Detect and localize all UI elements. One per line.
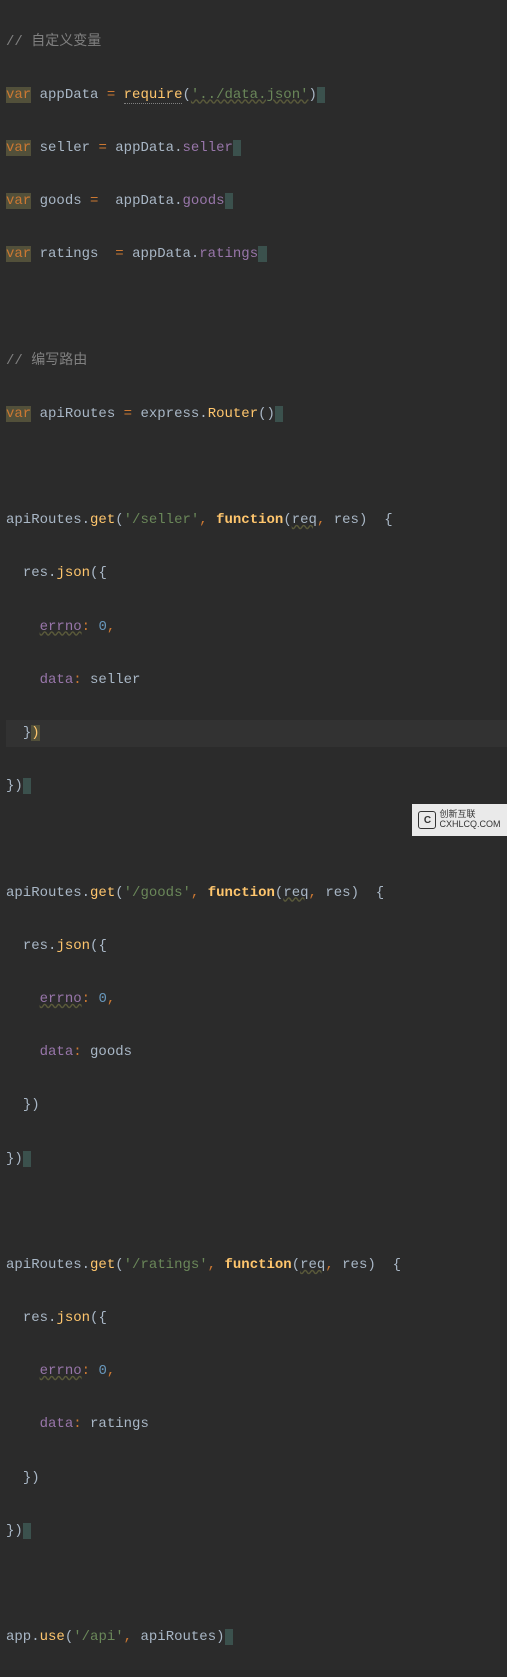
comment-text: // 编写路由 (6, 353, 87, 369)
watermark-icon: C (418, 811, 436, 829)
empty-line (6, 454, 507, 481)
code-line: res.json({ (6, 1305, 507, 1332)
code-line: var ratings = appData.ratings (6, 241, 507, 268)
code-line: res.json({ (6, 560, 507, 587)
code-line: }) (6, 1518, 507, 1545)
code-line: errno: 0, (6, 986, 507, 1013)
code-editor[interactable]: // 自定义变量 var appData = require('../data.… (0, 2, 507, 1677)
var-name: appData (40, 87, 99, 103)
var-name: seller (40, 140, 90, 156)
var-keyword: var (6, 406, 31, 422)
code-line: var apiRoutes = express.Router() (6, 401, 507, 428)
code-line: }) (6, 1465, 507, 1492)
code-line: var goods = appData.goods (6, 188, 507, 215)
code-line: data: seller (6, 667, 507, 694)
code-line: apiRoutes.get('/ratings', function(req, … (6, 1252, 507, 1279)
code-line: var seller = appData.seller (6, 135, 507, 162)
comment-text: // 自定义变量 (6, 34, 101, 50)
var-name: ratings (40, 246, 99, 262)
code-line: // 编写路由 (6, 348, 507, 375)
var-keyword: var (6, 140, 31, 156)
var-name: apiRoutes (40, 406, 116, 422)
code-line: res.json({ (6, 933, 507, 960)
var-name: goods (40, 193, 82, 209)
code-line: var appData = require('../data.json') (6, 82, 507, 109)
empty-line (6, 1571, 507, 1598)
code-line: }) (6, 1146, 507, 1173)
require-call: require (124, 87, 183, 104)
code-line: }) (6, 1092, 507, 1119)
empty-line (6, 295, 507, 322)
code-line: }) (6, 773, 507, 800)
watermark-line2: CXHLCQ.COM (439, 820, 500, 830)
var-keyword: var (6, 193, 31, 209)
code-line: apiRoutes.get('/seller', function(req, r… (6, 507, 507, 534)
var-keyword: var (6, 246, 31, 262)
code-line: errno: 0, (6, 1358, 507, 1385)
var-keyword: var (6, 87, 31, 103)
code-line: errno: 0, (6, 614, 507, 641)
string-literal: '../data.json' (191, 87, 309, 103)
code-line: app.use('/api', apiRoutes) (6, 1624, 507, 1651)
watermark: C 创新互联 CXHLCQ.COM (412, 804, 507, 836)
code-line: data: goods (6, 1039, 507, 1066)
code-line-active: }) (6, 720, 507, 747)
empty-line (6, 1199, 507, 1226)
code-line: data: ratings (6, 1411, 507, 1438)
code-line: apiRoutes.get('/goods', function(req, re… (6, 880, 507, 907)
code-line: // 自定义变量 (6, 29, 507, 56)
